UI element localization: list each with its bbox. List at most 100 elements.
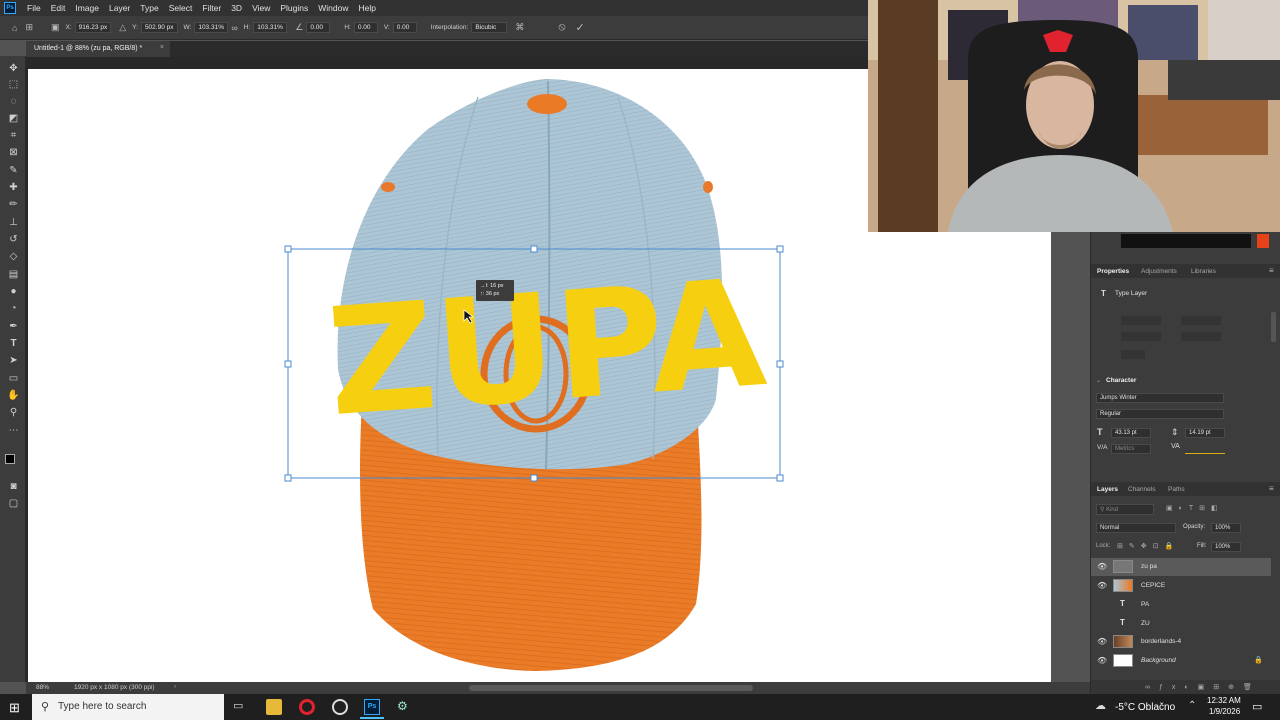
eye-icon[interactable]: 👁 [1097, 581, 1107, 590]
blend-mode-select[interactable]: Normal [1096, 523, 1176, 533]
move-tool-icon[interactable]: ✥ [7, 62, 20, 75]
screen-mode-icon[interactable]: ▢ [7, 497, 20, 510]
rectangle-tool-icon[interactable]: ▭ [7, 372, 20, 385]
clock-date[interactable]: 1/9/2026 [1209, 707, 1240, 716]
eye-icon[interactable]: 👁 [1097, 637, 1107, 646]
brush-tool-icon[interactable]: ✏ [7, 198, 20, 211]
menu-plugins[interactable]: Plugins [275, 3, 313, 13]
width-input[interactable]: 103.31% [194, 22, 229, 33]
eyedropper-tool-icon[interactable]: ✎ [7, 164, 20, 177]
layers-menu-icon[interactable]: ≡ [1269, 484, 1274, 493]
dodge-tool-icon[interactable]: ◔ [7, 302, 20, 315]
home-icon[interactable]: ⌂ [12, 23, 17, 33]
layer-row[interactable]: T PA [1091, 596, 1271, 614]
tab-adjustments[interactable]: Adjustments [1141, 268, 1177, 275]
x-position-input[interactable]: 916.23 px [74, 22, 112, 33]
tab-channels[interactable]: Channels [1128, 486, 1155, 493]
eye-icon[interactable]: 👁 [1097, 656, 1107, 665]
menu-image[interactable]: Image [70, 3, 104, 13]
tab-paths[interactable]: Paths [1168, 486, 1185, 493]
photoshop-logo-icon[interactable]: Ps [4, 2, 16, 14]
vskew-input[interactable]: 0.00 [392, 22, 417, 33]
interpolation-select[interactable]: Bicubic [471, 22, 508, 33]
close-icon[interactable]: × [160, 44, 164, 51]
character-section-title[interactable]: Character [1106, 377, 1136, 384]
eraser-tool-icon[interactable]: ◇ [7, 250, 20, 263]
menu-window[interactable]: Window [313, 3, 353, 13]
windows-start-icon[interactable]: ⊞ [9, 700, 20, 716]
layer-row[interactable]: 👁 zu pa [1091, 558, 1271, 576]
kerning-input[interactable]: Metrics [1111, 444, 1151, 454]
taskbar-search[interactable]: ⚲ Type here to search [32, 694, 224, 720]
commit-transform-icon[interactable]: ✓ [576, 21, 585, 34]
font-style-select[interactable]: Regular [1096, 409, 1224, 419]
color-strip[interactable] [1121, 234, 1251, 248]
task-view-icon[interactable]: ▭ [233, 699, 249, 715]
type-tool-icon[interactable]: T [7, 337, 20, 350]
menu-layer[interactable]: Layer [104, 3, 135, 13]
path-select-tool-icon[interactable]: ➤ [7, 354, 20, 367]
menu-view[interactable]: View [247, 3, 275, 13]
photoshop-taskbar-icon[interactable]: Ps [364, 699, 380, 715]
hand-tool-icon[interactable]: ✋ [7, 389, 20, 402]
layer-actions-bar[interactable]: ∞ƒx◐▣⊞⊕🗑 [1091, 680, 1280, 694]
reference-point-icon[interactable]: ▣ [51, 22, 60, 33]
warp-icon[interactable]: ⌘ [515, 22, 524, 33]
layer-row[interactable]: 👁 Background 🔒 [1091, 652, 1271, 670]
hskew-input[interactable]: 0.00 [353, 22, 378, 33]
marquee-tool-icon[interactable]: ⬚ [7, 78, 20, 91]
eye-icon[interactable]: 👁 [1097, 562, 1107, 571]
font-family-select[interactable]: Jumps Winter [1096, 393, 1224, 403]
menu-3d[interactable]: 3D [226, 3, 247, 13]
y-position-input[interactable]: 502.90 px [140, 22, 178, 33]
chevron-up-icon[interactable]: ⌃ [1188, 700, 1196, 711]
height-input[interactable]: 103.31% [253, 22, 288, 33]
frame-tool-icon[interactable]: ⊠ [7, 146, 20, 159]
delta-icon[interactable]: △ [119, 22, 126, 33]
opera-icon[interactable] [299, 699, 315, 715]
menu-edit[interactable]: Edit [46, 3, 71, 13]
lasso-tool-icon[interactable]: ◌ [7, 95, 20, 108]
layer-row[interactable]: T ZU [1091, 615, 1271, 633]
fill-input[interactable]: 100% [1211, 542, 1241, 552]
weather-icon[interactable]: ☁ [1095, 699, 1106, 712]
healing-brush-tool-icon[interactable]: ✚ [7, 181, 20, 194]
layer-row[interactable]: 👁 CEPICE [1091, 577, 1271, 595]
cancel-transform-icon[interactable]: ⦸ [558, 21, 565, 34]
more-tools-icon[interactable]: ⋯ [7, 424, 20, 437]
foreground-color-swatch[interactable] [5, 454, 15, 464]
tab-libraries[interactable]: Libraries [1191, 268, 1216, 275]
properties-scrollbar[interactable] [1271, 312, 1276, 342]
status-arrow-icon[interactable]: › [174, 683, 176, 690]
horizontal-scrollbar[interactable] [469, 685, 753, 691]
zoom-tool-icon[interactable]: ⚲ [7, 406, 20, 419]
menu-file[interactable]: File [22, 3, 46, 13]
menu-help[interactable]: Help [353, 3, 380, 13]
lock-icon[interactable]: 🔒 [1254, 656, 1263, 664]
quick-mask-icon[interactable]: ◙ [7, 480, 20, 493]
opacity-input[interactable]: 100% [1211, 523, 1241, 533]
lock-icons[interactable]: ⊞✎✥⊡🔒 [1117, 542, 1179, 550]
clock-time[interactable]: 12:32 AM [1207, 696, 1241, 705]
document-tab[interactable]: Untitled-1 @ 88% (zu pa, RGB/8) * × [26, 41, 170, 57]
obs-icon[interactable] [332, 699, 348, 715]
document-info[interactable]: 1920 px x 1080 px (300 ppi) [74, 684, 155, 691]
history-brush-tool-icon[interactable]: ↺ [7, 233, 20, 246]
clone-stamp-tool-icon[interactable]: ⊥ [7, 216, 20, 229]
app-icon[interactable]: ⚙ [397, 699, 413, 715]
object-select-tool-icon[interactable]: ◩ [7, 112, 20, 125]
angle-input[interactable]: 0.00 [306, 22, 331, 33]
layer-filter-icons[interactable]: ▣◐T⊞◧ [1166, 504, 1224, 512]
layer-kind-filter[interactable]: ⚲ Kind [1096, 504, 1154, 515]
menu-filter[interactable]: Filter [197, 3, 226, 13]
layer-row[interactable]: 👁 borderlands-4 [1091, 633, 1271, 651]
blur-tool-icon[interactable]: ● [7, 285, 20, 298]
tab-properties[interactable]: Properties [1097, 268, 1129, 275]
pen-tool-icon[interactable]: ✒ [7, 320, 20, 333]
notification-icon[interactable]: ▭ [1252, 700, 1262, 713]
link-icon[interactable]: ∞ [231, 23, 237, 33]
menu-select[interactable]: Select [164, 3, 198, 13]
crop-tool-icon[interactable]: ⌗ [7, 129, 20, 142]
color-swatch[interactable] [1257, 234, 1269, 248]
zoom-level[interactable]: 88% [36, 684, 49, 691]
